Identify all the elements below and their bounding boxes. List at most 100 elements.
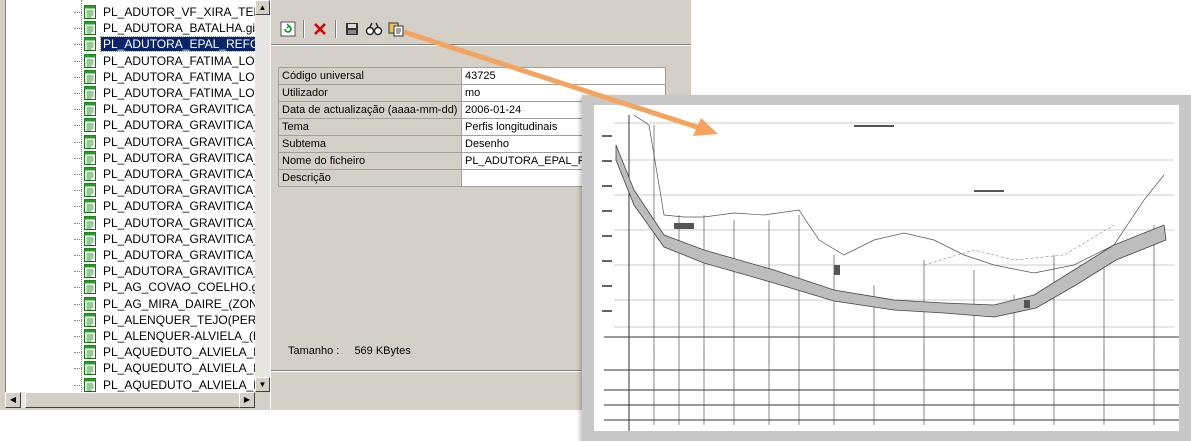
copy-icon[interactable] <box>387 20 405 38</box>
tree-item[interactable]: PL_ADUTORA_GRAVITICA_ <box>74 134 256 151</box>
tree-item[interactable]: PL_ADUTORA_FATIMA_LOU <box>74 85 256 102</box>
file-icon <box>84 118 96 133</box>
tree-connector <box>74 141 82 143</box>
file-icon <box>84 280 96 295</box>
refresh-icon[interactable] <box>279 20 297 38</box>
property-key: Código universal <box>278 67 462 85</box>
file-icon <box>84 183 96 198</box>
file-icon <box>84 102 96 117</box>
tree-item[interactable]: PL_AQUEDUTO_ALVIELA_F <box>74 377 256 392</box>
tree-connector <box>74 109 82 111</box>
tree-item[interactable]: PL_ADUTORA_FATIMA_LOU <box>74 69 256 86</box>
tree-item-label: PL_ADUTORA_GRAVITICA_ <box>103 215 256 230</box>
tree-item-label: PL_ADUTORA_GRAVITICA_ <box>103 248 256 262</box>
tree-item[interactable]: PL_ADUTORA_GRAVITICA_ <box>74 101 256 118</box>
tree-item[interactable]: PL_ALENQUER_TEJO(PERI <box>74 312 256 329</box>
tree-connector <box>74 157 82 159</box>
tree-item[interactable]: PL_ADUTORA_EPAL_REFC <box>74 36 256 53</box>
tree-item-label: PL_ALENQUER-ALVIELA_(F <box>103 329 256 343</box>
tree-connector <box>74 222 82 224</box>
tree-item[interactable]: PL_ADUTORA_GRAVITICA_ <box>74 215 256 232</box>
property-value[interactable]: 43725 <box>461 67 666 85</box>
vertical-scrollbar[interactable]: ▲ ▼ <box>255 0 270 392</box>
tree-connector <box>74 287 82 289</box>
toolbar-divider <box>271 44 691 46</box>
tree-connector <box>74 28 82 30</box>
tree-item-label: PL_ADUTORA_GRAVITICA_ <box>103 102 256 117</box>
file-icon <box>84 167 96 181</box>
scroll-right-button[interactable]: ▶ <box>239 392 255 408</box>
file-icon <box>84 5 96 19</box>
toolbar <box>279 18 405 40</box>
tree-item-label: PL_AG_COVAO_COELHO.g <box>103 280 256 295</box>
toolbar-separator <box>335 20 337 38</box>
tree-item[interactable]: PL_ADUTORA_GRAVITICA_ <box>74 166 256 183</box>
file-icon <box>84 248 96 262</box>
tree-item-label: PL_ADUTORA_GRAVITICA_ <box>103 264 256 279</box>
file-icon <box>84 377 96 392</box>
tree-item[interactable]: PL_AG_MIRA_DAIRE_(ZONA <box>74 296 256 313</box>
tree-connector <box>74 93 82 94</box>
tree-item[interactable]: PL_ALENQUER-ALVIELA_(F <box>74 328 256 345</box>
save-icon[interactable] <box>343 20 361 38</box>
tree-connector <box>74 384 82 386</box>
tree-item[interactable]: PL_ADUTORA_FATIMA_LOU <box>74 53 256 70</box>
tree-item-label: PL_AG_MIRA_DAIRE_(ZONA <box>103 296 256 311</box>
horizontal-scrollbar[interactable]: ◀ ▶ <box>5 392 255 408</box>
tree-item[interactable]: PL_ADUTORA_GRAVITICA_ <box>74 247 256 264</box>
drawing-preview-image <box>594 105 1179 431</box>
tree-item-label: PL_AQUEDUTO_ALVIELA_F <box>103 345 256 360</box>
property-key: Nome do ficheiro <box>278 152 462 170</box>
file-icon <box>84 21 96 36</box>
property-key: Data de actualização (aaaa-mm-dd) <box>278 101 462 119</box>
tree-item-label: PL_ADUTORA_GRAVITICA_ <box>103 167 256 181</box>
file-icon <box>84 361 96 376</box>
file-icon <box>84 150 96 165</box>
search-icon[interactable] <box>365 20 383 38</box>
tree-connector <box>74 368 82 370</box>
tree-item-label: PL_ADUTORA_GRAVITICA_ <box>103 150 256 165</box>
drawing-preview <box>582 95 1191 441</box>
tree-item[interactable]: PL_ADUTORA_GRAVITICA_ <box>74 182 256 199</box>
tree-item[interactable]: PL_ADUTORA_GRAVITICA_ <box>74 117 256 134</box>
file-icon <box>84 134 96 149</box>
tree-connector <box>74 336 82 337</box>
tree-connector <box>74 174 82 175</box>
tree-item[interactable]: PL_ADUTORA_GRAVITICA_ <box>74 231 256 248</box>
scroll-left-button[interactable]: ◀ <box>5 392 21 408</box>
file-icon <box>84 296 96 311</box>
tree-connector <box>74 76 82 78</box>
horizontal-scroll-thumb[interactable] <box>25 392 240 408</box>
tree-item-label: PL_ADUTOR_VF_XIRA_TEL <box>103 5 256 19</box>
tree-item[interactable]: PL_ADUTOR_VF_XIRA_TEL <box>74 4 256 21</box>
tree-connector <box>74 190 82 192</box>
tree-item[interactable]: PL_AG_COVAO_COELHO.g <box>74 279 256 296</box>
file-size-info: Tamanho : 569 KBytes <box>288 345 423 357</box>
tree-item[interactable]: PL_AQUEDUTO_ALVIELA_F <box>74 344 256 361</box>
tree-item[interactable]: PL_ADUTORA_GRAVITICA_ <box>74 263 256 280</box>
tree-connector <box>74 319 82 321</box>
tree-item-label: PL_ADUTORA_GRAVITICA_ <box>103 134 256 149</box>
property-row: Código universal 43725 <box>278 67 666 85</box>
file-icon <box>84 86 96 100</box>
tree-item-label: PL_AQUEDUTO_ALVIELA_F <box>103 361 256 376</box>
file-tree[interactable]: PL_ADUTOR_VF_XIRA_TEL PL_ADUTORA_BATALHA.… <box>5 0 256 392</box>
tree-item[interactable]: PL_AQUEDUTO_ALVIELA_F <box>74 360 256 377</box>
tree-item-label: PL_ADUTORA_FATIMA_LOU <box>103 53 256 68</box>
tree-item[interactable]: PL_ADUTORA_BATALHA.gi <box>74 20 256 37</box>
scroll-up-button[interactable]: ▲ <box>255 0 270 15</box>
profile-drawing <box>602 114 1179 431</box>
tree-connector <box>74 303 82 305</box>
tree-item-label: PL_ADUTORA_EPAL_REFC <box>100 36 256 53</box>
delete-icon[interactable] <box>311 20 329 38</box>
tree-item[interactable]: PL_ADUTORA_GRAVITICA_ <box>74 150 256 167</box>
file-icon <box>84 69 96 84</box>
tree-item[interactable]: PL_ADUTORA_GRAVITICA_ <box>74 198 256 215</box>
file-icon <box>84 53 96 68</box>
file-icon <box>84 264 96 279</box>
scroll-down-button[interactable]: ▼ <box>255 377 270 392</box>
tree-item-label: PL_AQUEDUTO_ALVIELA_F <box>103 377 256 392</box>
tree-item-label: PL_ADUTORA_BATALHA.gi <box>103 21 256 36</box>
tree-connector <box>74 238 82 240</box>
file-icon <box>84 37 96 52</box>
